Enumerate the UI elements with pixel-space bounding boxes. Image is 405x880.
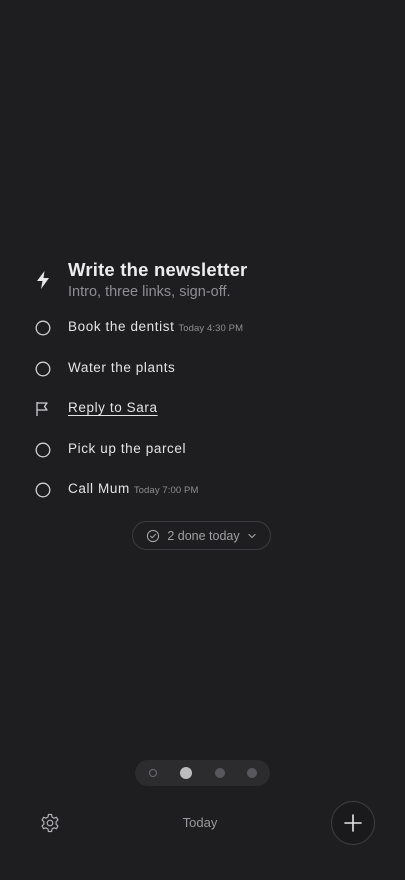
plus-icon [344,814,362,832]
task-title: Book the dentist [68,319,175,334]
task-label: Reply to Sara [68,400,158,415]
task-item[interactable]: Pick up the parcel [34,438,384,462]
featured-task-subtitle: Intro, three links, sign-off. [68,284,231,300]
chevron-down-icon [248,533,256,538]
circle-icon[interactable] [34,360,52,378]
task-title: Water the plants [68,360,176,375]
task-item[interactable]: Reply to Sara [34,397,384,421]
bolt-icon [37,271,49,289]
check-circle-icon [147,529,160,542]
task-item[interactable]: Water the plants [34,357,384,381]
page-dot[interactable] [215,768,225,778]
flag-icon[interactable] [34,400,52,418]
task-label: Call Mum Today 7:00 PM [68,481,198,496]
circle-icon[interactable] [34,441,52,459]
done-today-label: 2 done today [167,528,240,543]
task-time: Today 7:00 PM [133,485,199,496]
add-task-button[interactable] [331,801,375,845]
task-title: Call Mum [68,481,130,496]
page-dot[interactable] [149,769,157,777]
done-today-toggle[interactable]: 2 done today [132,521,271,550]
page-dot[interactable] [247,768,257,778]
page-indicator[interactable] [135,760,270,786]
task-time: Today 4:30 PM [178,323,244,334]
featured-task-title: Write the newsletter [68,259,248,280]
task-item[interactable]: Book the dentist Today 4:30 PM [34,316,384,340]
bottom-bar: Today [0,800,405,846]
task-label: Pick up the parcel [68,441,186,456]
circle-icon[interactable] [34,319,52,337]
task-title: Reply to Sara [68,400,158,415]
task-title: Pick up the parcel [68,441,187,456]
page-dot-active[interactable] [180,767,192,779]
task-label: Book the dentist Today 4:30 PM [68,319,243,334]
circle-icon[interactable] [34,481,52,499]
task-item[interactable]: Call Mum Today 7:00 PM [34,478,384,502]
task-label: Water the plants [68,360,175,375]
